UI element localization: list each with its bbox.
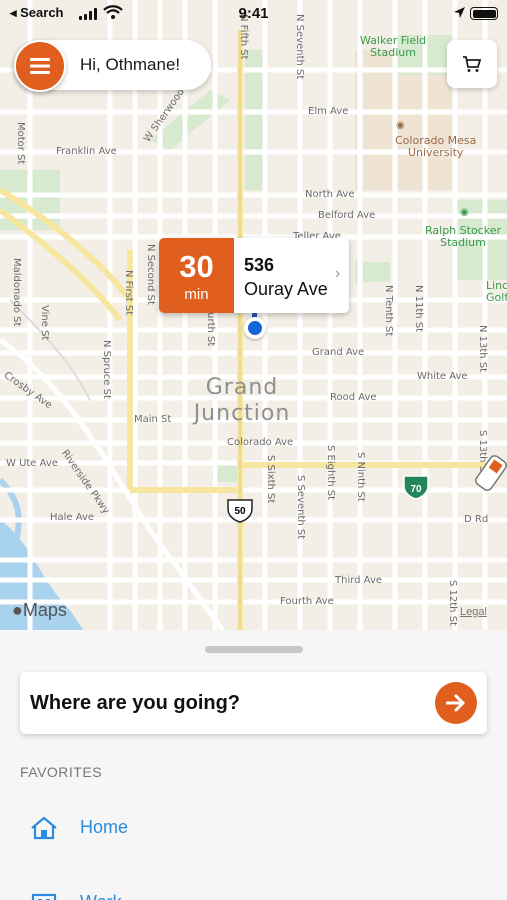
city-label: Grand Junction: [193, 375, 291, 426]
menu-button[interactable]: [14, 40, 66, 92]
street-label: N Second St: [145, 244, 156, 305]
delivery-car-icon: [475, 455, 507, 491]
eta-unit: min: [184, 286, 209, 303]
address-number: 536: [244, 255, 275, 275]
street-label: Main St: [134, 414, 172, 425]
poi-walker-field[interactable]: Walker Field Stadium: [360, 35, 426, 59]
arrow-right-icon: [446, 694, 465, 712]
svg-text:50: 50: [234, 506, 246, 517]
street-label: Grand Ave: [312, 347, 365, 358]
favorite-label: Work: [80, 892, 122, 900]
university-icon: ◉: [396, 120, 405, 131]
poi-lincoln[interactable]: Linc Golf: [486, 280, 507, 304]
status-bar: ◂ Search 9:41: [0, 0, 507, 30]
favorites-heading: FAVORITES: [20, 764, 103, 780]
street-label: S Seventh St: [295, 475, 306, 540]
cart-icon: [463, 56, 482, 72]
favorite-home[interactable]: Home: [30, 808, 330, 848]
bottom-sheet: Where are you going? FAVORITES Home: [0, 630, 507, 900]
street-label: Colorado Ave: [227, 437, 294, 448]
destination-search[interactable]: Where are you going?: [20, 672, 487, 734]
street-label: Franklin Ave: [56, 146, 117, 157]
app-screen: Franklin Ave Elm Ave North Ave Belford A…: [0, 0, 507, 900]
street-label: White Ave: [417, 371, 468, 382]
street-label: Vine St: [39, 305, 50, 341]
greeting-text: Hi, Othmane!: [80, 55, 181, 74]
stadium-icon: ◉: [460, 207, 469, 218]
sheet-grabber[interactable]: [205, 646, 303, 653]
status-time: 9:41: [238, 5, 269, 22]
svg-text:70: 70: [410, 484, 422, 495]
street-label: Motor St: [15, 122, 26, 165]
street-label: Belford Ave: [318, 210, 376, 221]
address-street: Ouray Ave: [244, 279, 328, 299]
search-prompt: Where are you going?: [30, 692, 241, 714]
street-label: S 12th St: [447, 580, 458, 626]
maps-brand: ●Maps: [12, 600, 67, 620]
hamburger-icon: [30, 58, 50, 74]
street-label: N First St: [123, 270, 134, 316]
i70-shield-icon: 70: [403, 475, 429, 500]
work-icon: [31, 893, 57, 900]
street-label: Hale Ave: [50, 512, 95, 523]
street-label: N 13th St: [477, 325, 488, 373]
cart-button[interactable]: [447, 40, 497, 88]
street-label: Elm Ave: [308, 106, 349, 117]
eta-minutes: 30: [179, 249, 214, 284]
eta-callout[interactable]: 30 min 536 Ouray Ave ›: [159, 238, 349, 313]
street-label: North Ave: [305, 189, 355, 200]
greeting-pill: Hi, Othmane!: [14, 40, 211, 92]
street-label: W Ute Ave: [6, 458, 58, 469]
favorite-label: Home: [80, 817, 129, 837]
street-label: Third Ave: [335, 575, 383, 586]
street-label: N Tenth St: [383, 285, 394, 337]
chevron-right-icon: ›: [335, 265, 341, 282]
street-label: Fourth Ave: [280, 596, 334, 607]
us50-shield-icon: 50: [227, 499, 253, 523]
battery-icon: [470, 7, 498, 20]
favorite-work[interactable]: Work: [30, 883, 330, 900]
street-label: Maldonado St: [11, 258, 22, 327]
home-icon: [31, 816, 57, 840]
street-label: N Spruce St: [101, 340, 112, 399]
street-label: D Rd: [464, 514, 489, 525]
street-label: S Ninth St: [355, 452, 366, 502]
eta-badge: 30 min: [159, 238, 234, 313]
street-label: S Eighth St: [325, 445, 336, 501]
apple-logo-icon: ●: [12, 600, 23, 620]
legal-link[interactable]: Legal: [460, 606, 487, 618]
poi-ralph-stocker[interactable]: Ralph Stocker Stadium: [425, 225, 501, 249]
eta-address: 536 Ouray Ave: [244, 253, 328, 301]
street-label: Rood Ave: [330, 392, 377, 403]
poi-colorado-mesa[interactable]: Colorado Mesa University: [395, 135, 476, 159]
street-label: N 11th St: [413, 285, 424, 333]
location-arrow-icon: [454, 7, 465, 18]
street-label: S Sixth St: [265, 455, 276, 504]
go-button[interactable]: [435, 682, 477, 724]
location-pin-icon: [244, 317, 266, 339]
